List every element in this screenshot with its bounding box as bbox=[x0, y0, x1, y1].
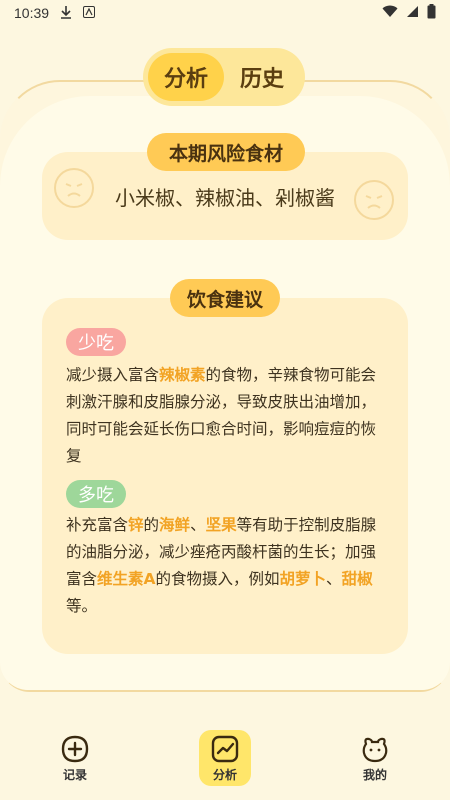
nav-item-record[interactable]: 记录 bbox=[0, 722, 150, 800]
status-bar: 10:39 bbox=[0, 0, 450, 26]
diet-advice-header: 饮食建议 bbox=[170, 279, 280, 317]
nav-item-analysis[interactable]: 分析 bbox=[150, 722, 300, 800]
highlight-capsaicin: 辣椒素 bbox=[159, 366, 206, 384]
eat-more-text: 补充富含锌的海鲜、坚果等有助于控制皮脂腺的油脂分泌，减少痤疮丙酸杆菌的生长；加强… bbox=[66, 512, 386, 620]
nav-box-active: 分析 bbox=[199, 730, 251, 786]
risk-foods-header: 本期风险食材 bbox=[147, 133, 305, 171]
nav-label-record: 记录 bbox=[62, 767, 87, 782]
text-segment: 减少摄入富含 bbox=[66, 366, 160, 384]
highlight-nuts: 坚果 bbox=[205, 516, 237, 534]
app-notification-icon bbox=[83, 5, 96, 21]
status-time: 10:39 bbox=[14, 5, 50, 21]
highlight-zinc: 锌 bbox=[128, 516, 144, 534]
text-segment: 的食物摄入，例如 bbox=[155, 570, 280, 588]
battery-icon bbox=[427, 4, 436, 22]
nav-item-mine[interactable]: 我的 bbox=[300, 722, 450, 800]
highlight-seafood: 海鲜 bbox=[159, 516, 191, 534]
text-segment: 的 bbox=[143, 516, 160, 534]
download-icon bbox=[59, 5, 73, 22]
text-segment: 、 bbox=[190, 516, 206, 534]
nav-box: 记录 bbox=[49, 730, 101, 786]
tab-switch: 分析 历史 bbox=[143, 48, 305, 106]
text-segment: 等。 bbox=[66, 597, 98, 615]
wifi-icon bbox=[382, 5, 398, 21]
highlight-carrot: 胡萝卜 bbox=[279, 570, 327, 588]
eat-less-text: 减少摄入富含辣椒素的食物，辛辣食物可能会刺激汗腺和皮脂腺分泌，导致皮肤出油增加，… bbox=[66, 362, 386, 470]
nav-box: 我的 bbox=[349, 730, 401, 786]
nav-label-analysis: 分析 bbox=[212, 767, 237, 782]
eat-less-tag: 少吃 bbox=[66, 328, 126, 356]
tab-history[interactable]: 历史 bbox=[224, 53, 300, 101]
highlight-vitamin-a: 维生素A bbox=[97, 570, 156, 588]
eat-more-tag: 多吃 bbox=[66, 480, 126, 508]
plus-square-icon bbox=[61, 735, 89, 762]
chart-icon bbox=[211, 735, 239, 762]
diet-advice-card: 少吃 减少摄入富含辣椒素的食物，辛辣食物可能会刺激汗腺和皮脂腺分泌，导致皮肤出油… bbox=[42, 298, 408, 654]
bear-face-icon bbox=[362, 737, 388, 762]
tab-analysis[interactable]: 分析 bbox=[148, 53, 224, 101]
bottom-nav: 记录 分析 我的 bbox=[0, 722, 450, 800]
highlight-sweet-pepper: 甜椒 bbox=[341, 570, 373, 588]
text-segment: 补充富含 bbox=[66, 516, 129, 534]
risk-foods-text: 小米椒、辣椒油、剁椒酱 bbox=[115, 186, 335, 210]
sad-face-icon bbox=[354, 180, 394, 220]
signal-icon bbox=[406, 5, 419, 21]
nav-label-mine: 我的 bbox=[362, 767, 387, 782]
text-segment: 、 bbox=[326, 570, 342, 588]
